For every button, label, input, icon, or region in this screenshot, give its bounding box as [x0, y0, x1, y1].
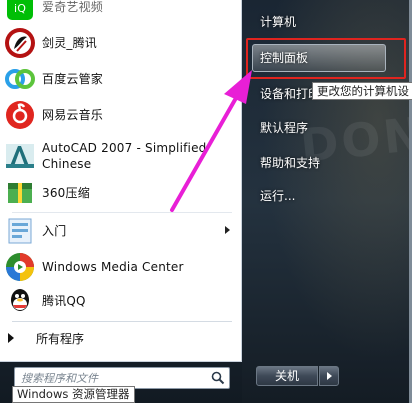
- program-label: Windows Media Center: [42, 260, 184, 274]
- program-item-360zip[interactable]: 360压缩: [2, 176, 238, 210]
- program-label-line2: Chinese: [42, 157, 92, 171]
- expand-arrow-icon: [8, 333, 14, 343]
- separator: [12, 212, 232, 213]
- search-icon[interactable]: [211, 370, 227, 386]
- program-item-autocad[interactable]: AutoCAD 2007 - Simplified Chinese: [2, 138, 238, 174]
- netease-music-icon: [4, 99, 36, 131]
- iqiyi-icon: iQ: [4, 0, 36, 23]
- getting-started-icon: [4, 215, 36, 247]
- right-item-computer[interactable]: 计算机: [260, 12, 296, 32]
- chevron-right-icon: [326, 372, 332, 380]
- right-item-devices-printers[interactable]: 设备和打印: [260, 84, 320, 104]
- right-item-control-panel[interactable]: 控制面板: [252, 44, 386, 72]
- start-menu-screen: DON'T iQ 爱奇艺视频 剑灵_腾讯 百度云管家 网易云音乐 AutoCAD…: [0, 0, 412, 403]
- svg-text:iQ: iQ: [14, 2, 26, 15]
- shutdown-options-button[interactable]: [319, 366, 339, 386]
- explorer-tooltip: Windows 资源管理器: [12, 386, 135, 403]
- start-menu-program-list: iQ 爱奇艺视频 剑灵_腾讯 百度云管家 网易云音乐 AutoCAD 2007 …: [0, 0, 242, 362]
- media-center-icon: [4, 251, 36, 283]
- program-item-qq[interactable]: 腾讯QQ: [2, 284, 238, 318]
- right-item-default-programs[interactable]: 默认程序: [260, 118, 308, 138]
- shutdown-button[interactable]: 关机: [256, 366, 318, 386]
- program-item-netease-music[interactable]: 网易云音乐: [2, 98, 238, 132]
- control-panel-tooltip: 更改您的计算机设: [312, 82, 412, 100]
- baidu-cloud-icon: [4, 63, 36, 95]
- program-item-baidu-cloud[interactable]: 百度云管家: [2, 62, 238, 96]
- program-label: AutoCAD 2007 - Simplified Chinese: [42, 140, 207, 172]
- program-label-line1: AutoCAD 2007 - Simplified: [42, 141, 207, 155]
- program-item-getting-started[interactable]: 入门: [2, 214, 238, 248]
- program-label: 360压缩: [42, 186, 90, 200]
- program-label: 剑灵_腾讯: [42, 36, 98, 50]
- submenu-arrow-icon: [225, 226, 230, 234]
- qq-icon: [4, 285, 36, 317]
- separator: [12, 321, 232, 322]
- program-label: 入门: [42, 224, 67, 238]
- blade-soul-icon: [4, 27, 36, 59]
- right-item-help-support[interactable]: 帮助和支持: [260, 153, 320, 173]
- 360zip-icon: [4, 177, 36, 209]
- search-input[interactable]: [21, 369, 209, 387]
- all-programs-button[interactable]: 所有程序: [8, 328, 84, 348]
- program-label: 百度云管家: [42, 72, 104, 86]
- program-item-media-center[interactable]: Windows Media Center: [2, 250, 238, 284]
- program-item-iqiyi[interactable]: iQ 爱奇艺视频: [2, 0, 238, 24]
- program-label: 腾讯QQ: [42, 294, 86, 308]
- program-label: 网易云音乐: [42, 108, 104, 122]
- right-item-run[interactable]: 运行...: [260, 186, 295, 206]
- program-label: 爱奇艺视频: [42, 0, 104, 14]
- autocad-icon: [4, 140, 36, 172]
- program-item-blade-soul[interactable]: 剑灵_腾讯: [2, 26, 238, 60]
- all-programs-label: 所有程序: [36, 331, 85, 346]
